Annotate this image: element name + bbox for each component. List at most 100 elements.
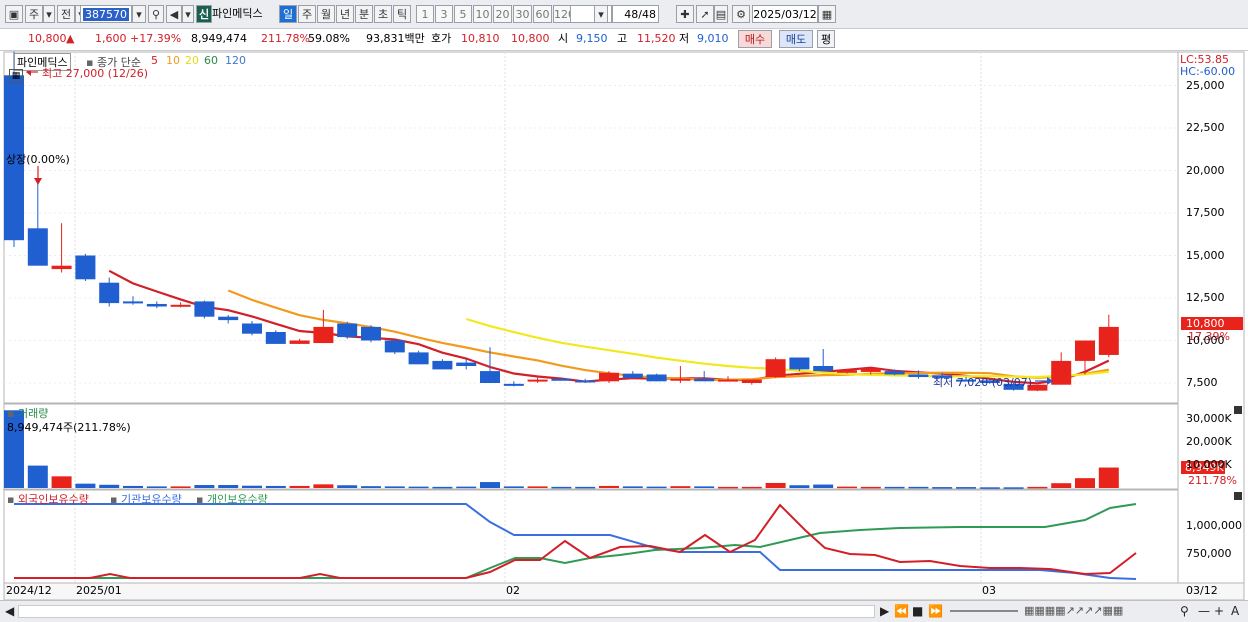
ma120-legend: 120 xyxy=(225,54,246,67)
candle-body xyxy=(456,362,477,366)
candle-body xyxy=(622,373,643,378)
ma20-legend: 20 xyxy=(185,54,199,67)
volume-bar xyxy=(622,486,643,488)
price-y-tick: 15,000 xyxy=(1186,248,1225,262)
holding-y-tick: 750,000 xyxy=(1186,547,1232,560)
candle-body xyxy=(1098,326,1119,355)
volume-value-label: 8,949,474주(211.78%) xyxy=(7,421,131,434)
candle-body xyxy=(99,282,120,304)
candle-body xyxy=(361,326,381,341)
zoom-search-icon[interactable]: ⚲ xyxy=(1180,603,1189,619)
individual-legend-text: 개인보유수량 xyxy=(206,493,268,506)
candle-body xyxy=(432,360,453,370)
volume-bar xyxy=(837,486,857,489)
volume-bar xyxy=(527,486,548,488)
x-label-2025-01: 2025/01 xyxy=(76,584,122,597)
x-label-right: 03/12 xyxy=(1186,584,1218,597)
volume-bar xyxy=(146,486,167,488)
price-y-tick: 25,000 xyxy=(1186,78,1225,92)
volume-bar xyxy=(979,487,1000,489)
volume-bar xyxy=(99,484,120,488)
foreign-legend[interactable]: ▪ 외국인보유수량 xyxy=(7,491,89,507)
ma10-legend: 10 xyxy=(166,54,180,67)
close-icon[interactable] xyxy=(1234,492,1242,500)
volume-y-tick: 20,000K xyxy=(1186,435,1232,449)
volume-bar xyxy=(789,485,810,488)
volume-bar xyxy=(646,486,667,489)
candle-body xyxy=(242,323,262,334)
volume-bar xyxy=(694,486,715,488)
volume-bar xyxy=(1027,486,1048,489)
horizontal-scrollbar[interactable] xyxy=(18,605,875,618)
zoom-in-icon[interactable]: + xyxy=(1214,603,1224,619)
x-label-02: 02 xyxy=(506,584,520,597)
x-axis-area xyxy=(3,582,1245,600)
event-label: 상장(0.00%) xyxy=(6,153,70,166)
current-price-tag-text: 10,800 xyxy=(1186,317,1225,330)
candle-body xyxy=(265,332,286,344)
institution-legend-text: 기관보유수량 xyxy=(120,493,182,506)
candle-body xyxy=(765,359,786,378)
volume-bar xyxy=(503,486,524,488)
scroll-right-icon[interactable]: ▶ xyxy=(880,603,889,619)
volume-bar xyxy=(218,485,239,488)
candle-body xyxy=(837,370,857,373)
price-y-tick: 20,000 xyxy=(1186,163,1225,177)
volume-bar xyxy=(361,486,381,488)
volume-bar xyxy=(956,487,976,489)
candle-body xyxy=(337,323,358,338)
calendar-icon[interactable]: ▦ xyxy=(9,69,23,83)
candle-body xyxy=(908,374,929,378)
individual-legend[interactable]: ▪ 개인보유수량 xyxy=(196,491,268,507)
institution-legend[interactable]: ▪ 기관보유수량 xyxy=(110,491,182,507)
volume-panel[interactable] xyxy=(3,403,1179,490)
max-price-label: 최고 27,000 (12/26) xyxy=(42,67,149,80)
candle-body xyxy=(194,301,215,317)
bottom-scroll-bar: ◀ ▶ ⏪ ■ ⏩ ▦▦▦▦↗↗↗↗▦▦ ⚲ — + A xyxy=(0,600,1248,622)
candle-body xyxy=(551,378,572,381)
volume-bar xyxy=(1098,467,1119,488)
candle-body xyxy=(480,371,500,383)
volume-bar xyxy=(575,486,596,489)
candle-body xyxy=(527,379,548,382)
stop-icon[interactable]: ■ xyxy=(912,603,923,619)
volume-bar xyxy=(123,485,143,488)
candle-body xyxy=(789,357,810,370)
candle-body xyxy=(146,303,167,307)
price-y-tick: 22,500 xyxy=(1186,121,1225,134)
x-label-2024-12: 2024/12 xyxy=(6,584,52,597)
candle-body xyxy=(1075,340,1095,361)
volume-bar xyxy=(265,485,286,488)
zoom-slider[interactable] xyxy=(950,610,1018,612)
candle-body xyxy=(170,304,191,307)
volume-bar xyxy=(289,485,310,488)
volume-bar xyxy=(1003,487,1024,489)
candle-body xyxy=(670,378,691,381)
zoom-out-icon[interactable]: — xyxy=(1198,603,1210,619)
candle-body xyxy=(408,352,429,365)
volume-bar xyxy=(670,486,691,488)
volume-bar xyxy=(932,487,953,489)
scroll-left-icon[interactable]: ◀ xyxy=(5,603,14,619)
price-y-tick: 10,000 xyxy=(1186,333,1225,347)
fast-forward-icon[interactable]: ⏩ xyxy=(928,603,943,619)
volume-y-tick: 10,000K xyxy=(1186,458,1232,472)
volume-bar xyxy=(884,486,905,489)
candle-body xyxy=(313,326,334,344)
auto-scale-icon[interactable]: A xyxy=(1231,603,1239,619)
volume-bar xyxy=(384,486,405,488)
candle-body xyxy=(599,372,619,382)
stock-chart[interactable] xyxy=(0,0,1248,600)
rewind-icon[interactable]: ⏪ xyxy=(894,603,909,619)
candle-body xyxy=(384,340,405,353)
candle-body xyxy=(860,368,881,372)
candle-body xyxy=(741,379,762,383)
volume-bar xyxy=(27,465,48,488)
layout-icons[interactable]: ▦▦▦▦↗↗↗↗▦▦ xyxy=(1024,603,1123,619)
price-panel[interactable] xyxy=(3,51,1179,404)
close-icon[interactable] xyxy=(1234,406,1242,414)
candle-body xyxy=(51,265,72,270)
volume-bar xyxy=(860,486,881,489)
volume-bar xyxy=(75,483,96,488)
candle-body xyxy=(289,340,310,344)
